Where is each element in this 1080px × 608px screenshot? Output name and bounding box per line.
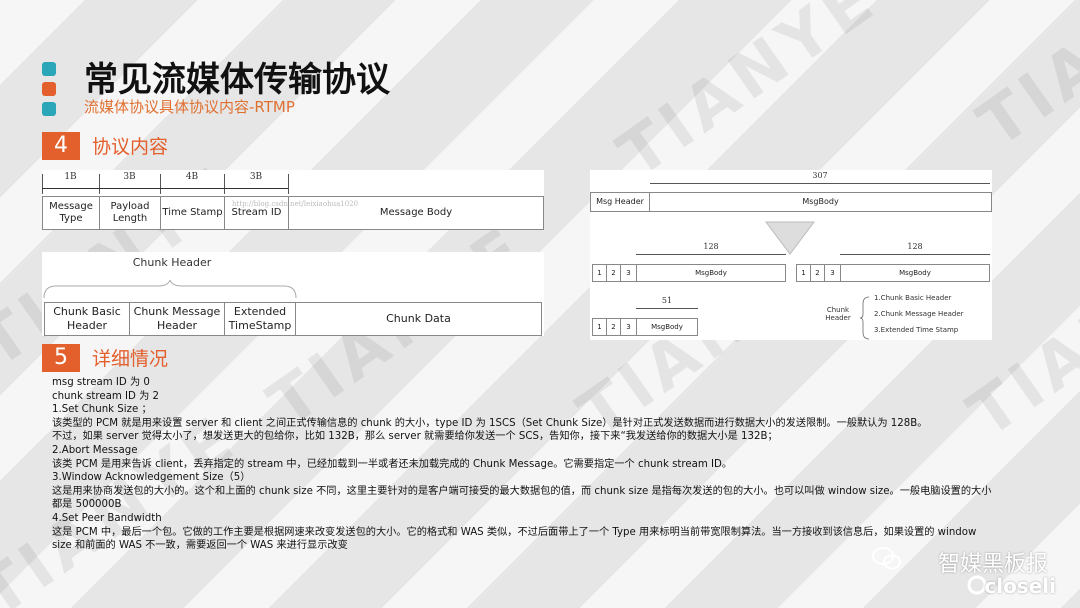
chunk-idx: 3 xyxy=(620,318,637,336)
chunk2-size: 128 xyxy=(907,242,923,251)
chunk-idx: 1 xyxy=(796,264,811,282)
detail-line: 3.Window Acknowledgement Size（5） xyxy=(52,472,251,484)
detail-line: 2.Abort Message xyxy=(52,444,138,456)
chunk-idx: 2 xyxy=(810,264,825,282)
detail-line: 不过，如果 server 觉得太小了，想发送更大的包给你，比如 132B，那么 … xyxy=(52,431,778,443)
chunk2-body: MsgBody xyxy=(840,264,990,282)
watermark: TIANYE xyxy=(965,0,1080,163)
watermark: TIANYE xyxy=(605,0,892,193)
detail-line: 这是用来协商发送包的大小的。这个和上面的 chunk size 不同，这里主要针… xyxy=(52,485,992,511)
detail-text: msg stream ID 为 0 chunk stream ID 为 2 1.… xyxy=(52,376,992,553)
detail-line: 该类型的 PCM 就是用来设置 server 和 client 之间正式传输信息… xyxy=(52,417,928,429)
detail-line: 1.Set Chunk Size ； xyxy=(52,404,152,416)
split-arrow-icon xyxy=(765,221,815,255)
field-chunk-message-header: Chunk Message Header xyxy=(129,302,225,336)
chunk-header-label: Chunk Header xyxy=(132,256,212,269)
msg-body-box: MsgBody xyxy=(649,192,992,212)
size-label: 3B xyxy=(249,172,263,182)
brand-logo-text: closeli xyxy=(984,574,1056,598)
size-label: 4B xyxy=(185,172,199,182)
detail-line: 4.Set Peer Bandwidth xyxy=(52,512,162,524)
chunk-idx: 3 xyxy=(620,264,637,282)
chunk-idx: 2 xyxy=(606,264,621,282)
detail-line: 这是 PCM 中，最后一个包。它做的工作主要是根据网速来改变发送包的大小。它的格… xyxy=(52,526,977,552)
legend-item: 3.Extended Time Stamp xyxy=(874,326,959,334)
page-subtitle: 流媒体协议具体协议内容-RTMP xyxy=(84,98,295,116)
section-title: 详细情况 xyxy=(92,348,169,370)
chunk-header-brace xyxy=(43,280,297,299)
chunk1-body: MsgBody xyxy=(636,264,786,282)
chunk-idx: 1 xyxy=(592,318,607,336)
detail-line: 该类 PCM 是用来告诉 client，丢弃指定的 stream 中，已经加载到… xyxy=(52,458,733,470)
section-number: 5 xyxy=(42,344,80,372)
section-number: 4 xyxy=(42,132,80,160)
chunk3-body: MsgBody xyxy=(636,318,698,336)
field-extended-timestamp: Extended TimeStamp xyxy=(224,302,296,336)
chunking-example-diagram: 307 Msg Header MsgBody 128 1 2 3 MsgBody… xyxy=(590,170,992,340)
decor-square-teal xyxy=(42,62,56,76)
field-chunk-data: Chunk Data xyxy=(295,302,542,336)
legend-brace xyxy=(860,296,870,340)
size-label: 1B xyxy=(64,172,77,182)
chunk-header-legend-label: Chunk Header xyxy=(825,306,851,322)
legend-item: 2.Chunk Message Header xyxy=(874,310,964,318)
message-format-diagram: 1B 3B 4B 3B Message Type Payload Length … xyxy=(42,170,544,230)
detail-line: msg stream ID 为 0 xyxy=(52,377,150,388)
chunk-idx: 2 xyxy=(606,318,621,336)
chunk-idx: 3 xyxy=(824,264,841,282)
chunk1-size: 128 xyxy=(703,242,719,251)
chunk3-size: 51 xyxy=(661,296,673,305)
msg-header-box: Msg Header xyxy=(590,192,650,212)
detail-line: chunk stream ID 为 2 xyxy=(52,390,160,402)
source-url: http://blog.csdn.net/leixiaohua1020 xyxy=(232,200,359,208)
decor-square-teal xyxy=(42,102,56,116)
chunk-idx: 1 xyxy=(592,264,607,282)
page-title: 常见流媒体传输协议 xyxy=(84,60,390,100)
field-payload-length: Payload Length xyxy=(99,196,161,230)
chunk-format-diagram: Chunk Header Chunk Basic Header Chunk Me… xyxy=(42,252,544,336)
total-size-label: 307 xyxy=(812,171,828,180)
field-message-type: Message Type xyxy=(42,196,100,230)
legend-item: 1.Chunk Basic Header xyxy=(874,294,952,302)
wechat-icon xyxy=(872,547,901,570)
section-title: 协议内容 xyxy=(92,136,169,158)
decor-square-orange xyxy=(42,82,56,96)
size-label: 3B xyxy=(123,172,136,182)
field-time-stamp: Time Stamp xyxy=(160,196,225,230)
field-chunk-basic-header: Chunk Basic Header xyxy=(44,302,130,336)
